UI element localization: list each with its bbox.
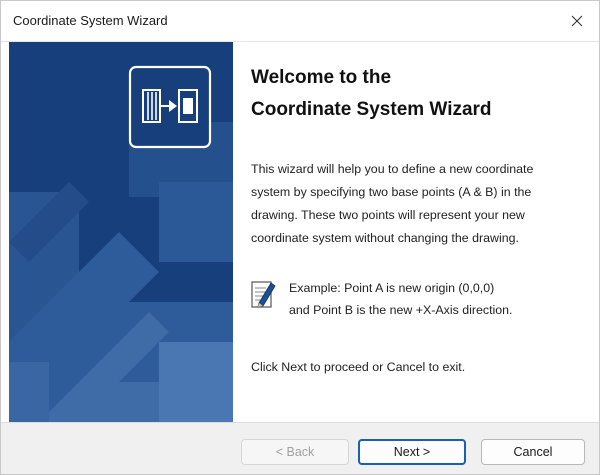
description: This wizard will help you to define a ne… <box>251 158 587 250</box>
wizard-window: Coordinate System Wizard Welcome to the … <box>0 0 600 475</box>
title-line-1: Welcome to the <box>251 67 392 88</box>
window-title: Coordinate System Wizard <box>13 13 168 28</box>
close-icon <box>571 15 583 27</box>
coordinate-system-wizard-icon <box>128 65 212 149</box>
notepad-pencil-icon <box>251 281 276 308</box>
example-line: and Point B is the new +X-Axis direction… <box>289 303 513 317</box>
description-line: This wizard will help you to define a ne… <box>251 162 534 176</box>
next-button[interactable]: Next > <box>358 439 466 465</box>
back-button[interactable]: < Back <box>241 439 349 465</box>
proceed-hint: Click Next to proceed or Cancel to exit. <box>251 360 466 374</box>
example-note: Example: Point A is new origin (0,0,0) a… <box>251 277 587 321</box>
page-title: Welcome to the Coordinate System Wizard <box>251 62 581 126</box>
example-line: Example: Point A is new origin (0,0,0) <box>289 281 495 295</box>
example-text: Example: Point A is new origin (0,0,0) a… <box>289 277 513 321</box>
welcome-content: Welcome to the Coordinate System Wizard … <box>251 42 591 422</box>
cancel-button[interactable]: Cancel <box>481 439 585 465</box>
banner-artwork <box>9 42 233 422</box>
description-line: system by specifying two base points (A … <box>251 185 532 199</box>
description-line: drawing. These two points will represent… <box>251 208 525 222</box>
close-button[interactable] <box>555 1 599 41</box>
title-bar[interactable]: Coordinate System Wizard <box>1 1 599 42</box>
title-line-2: Coordinate System Wizard <box>251 99 492 120</box>
wizard-banner <box>9 42 233 422</box>
button-bar: < Back Next > Cancel <box>1 422 599 474</box>
description-line: coordinate system without changing the d… <box>251 231 519 245</box>
